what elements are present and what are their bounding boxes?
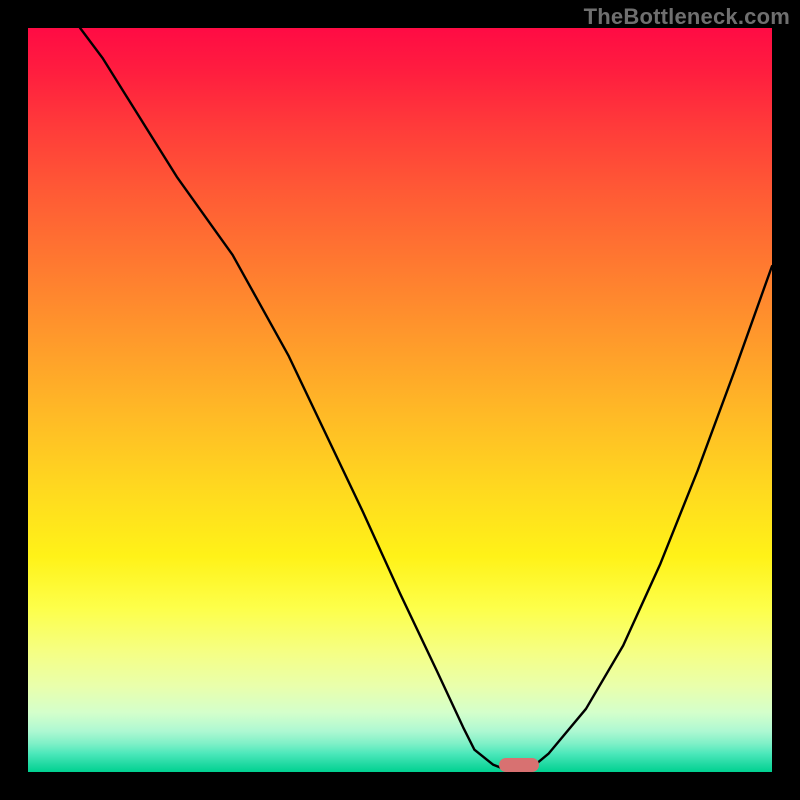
plot-area bbox=[28, 28, 772, 772]
bottleneck-curve bbox=[28, 28, 772, 772]
optimum-marker bbox=[499, 758, 539, 772]
chart-frame: TheBottleneck.com bbox=[0, 0, 800, 800]
watermark-text: TheBottleneck.com bbox=[584, 4, 790, 30]
